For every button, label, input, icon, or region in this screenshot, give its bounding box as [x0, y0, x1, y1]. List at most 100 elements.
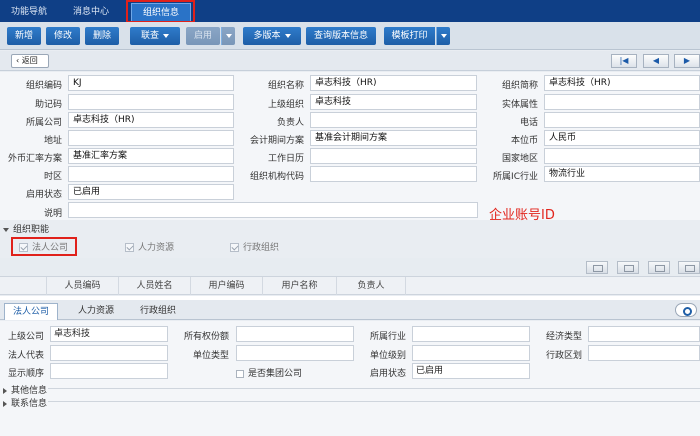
next-page-icon: ▶ [683, 56, 691, 65]
fx-field[interactable]: 基准汇率方案 [68, 148, 234, 164]
highlight-box [11, 237, 77, 256]
org-code-field[interactable]: KJ [68, 75, 234, 91]
col-user-code[interactable]: 用户编码 [190, 277, 262, 295]
print-dropdown[interactable] [436, 27, 450, 45]
org-short-label: 组织简称 [501, 81, 538, 91]
address-label: 地址 [43, 136, 62, 146]
admin-region-field[interactable] [588, 345, 700, 361]
tab-function-nav[interactable]: 功能导航 [0, 3, 58, 22]
fx-label: 外币汇率方案 [7, 154, 62, 164]
template-print-button[interactable]: 模板打印 [384, 27, 435, 45]
parent-company-field[interactable]: 卓志科技 [50, 326, 168, 342]
org-code-no-label: 组织机构代码 [249, 172, 304, 182]
industry-label: 所属行业 [370, 332, 407, 342]
status-field[interactable]: 已启用 [68, 184, 234, 200]
unit-level-field[interactable] [412, 345, 530, 361]
org-name-field[interactable]: 卓志科技（HR) [310, 75, 477, 91]
prev-page-button[interactable]: ◀ [643, 54, 669, 68]
next-page-button[interactable]: ▶ [674, 54, 700, 68]
divider [48, 401, 700, 402]
function-hr[interactable]: 人力资源 [125, 240, 174, 253]
display-order-field[interactable] [50, 363, 168, 379]
admin-region-label: 行政区划 [546, 351, 583, 361]
is-group-checkbox[interactable]: 是否集团公司 [236, 366, 302, 379]
grid-paste-row-icon[interactable] [678, 261, 700, 274]
mnemonic-field[interactable] [68, 94, 234, 110]
contact-info-label: 联系信息 [11, 399, 48, 409]
function-hr-label: 人力资源 [138, 243, 175, 253]
org-code-label: 组织编码 [25, 81, 62, 91]
other-info-section[interactable]: 其他信息 [3, 383, 47, 396]
subtab-legal-company[interactable]: 法人公司 [4, 303, 58, 320]
checkbox-checked-icon [230, 243, 239, 252]
currency-label: 本位币 [510, 136, 538, 146]
chevron-down-icon [163, 33, 169, 38]
address-field[interactable] [68, 130, 234, 146]
industry-field[interactable]: 物流行业 [544, 166, 700, 182]
econ-type-field[interactable] [588, 326, 700, 342]
org-functions-header[interactable]: 组织职能 [3, 222, 49, 235]
back-label: 返回 [21, 56, 38, 65]
multi-version-button[interactable]: 多版本 [243, 27, 301, 45]
link-query-label: 联查 [140, 31, 159, 41]
highlight-box [126, 0, 195, 23]
timezone-field[interactable] [68, 166, 234, 182]
function-admin-org[interactable]: 行政组织 [230, 240, 279, 253]
chevron-down-icon [284, 33, 291, 38]
col-owner[interactable]: 负责人 [336, 277, 406, 295]
org-code-no-field[interactable] [310, 166, 477, 182]
status-field[interactable]: 已启用 [412, 363, 530, 379]
col-user-name[interactable]: 用户名称 [262, 277, 336, 295]
enable-dropdown[interactable] [221, 27, 235, 45]
legal-rep-field[interactable] [50, 345, 168, 361]
multi-version-label: 多版本 [253, 31, 281, 41]
timezone-label: 时区 [43, 172, 62, 182]
org-short-field[interactable]: 卓志科技（HR) [544, 75, 700, 91]
contact-info-section[interactable]: 联系信息 [3, 396, 47, 409]
grid-delete-row-icon[interactable] [617, 261, 639, 274]
company-label: 所属公司 [25, 118, 62, 128]
link-query-button[interactable]: 联查 [130, 27, 180, 45]
org-functions-label: 组织职能 [13, 225, 50, 235]
edit-button[interactable]: 修改 [46, 27, 80, 45]
grid-toolbar [0, 258, 700, 276]
tab-message-center[interactable]: 消息中心 [62, 3, 120, 22]
grid-copy-row-icon[interactable] [648, 261, 670, 274]
col-person-name[interactable]: 人员姓名 [118, 277, 190, 295]
record-nav-bar: ‹ 返回 |◀ ◀ ▶ [0, 51, 700, 71]
first-page-icon: |◀ [619, 56, 629, 65]
legal-rep-label: 法人代表 [8, 351, 45, 361]
divider [48, 388, 700, 389]
region-field[interactable] [544, 148, 700, 164]
back-button[interactable]: ‹ 返回 [11, 54, 49, 68]
currency-field[interactable]: 人民币 [544, 130, 700, 146]
account-period-field[interactable]: 基准会计期间方案 [310, 130, 477, 146]
delete-button[interactable]: 删除 [85, 27, 119, 45]
subtab-admin-org[interactable]: 行政组织 [130, 303, 186, 320]
desc-field[interactable] [68, 202, 478, 218]
company-field[interactable]: 卓志科技（HR) [68, 112, 234, 128]
owner-field[interactable] [310, 112, 477, 128]
query-version-button[interactable]: 查询版本信息 [306, 27, 376, 45]
toolbar: 新增 修改 删除 联查 启用 多版本 查询版本信息 模板打印 [0, 22, 700, 50]
grid-add-row-icon[interactable] [586, 261, 608, 274]
subtab-hr[interactable]: 人力资源 [68, 303, 124, 320]
enable-button[interactable]: 启用 [186, 27, 220, 45]
mnemonic-label: 助记码 [34, 100, 62, 110]
col-person-code[interactable]: 人员编码 [46, 277, 118, 295]
industry-field[interactable] [412, 326, 530, 342]
entity-attr-field[interactable] [544, 94, 700, 110]
entity-attr-label: 实体属性 [501, 100, 538, 110]
unit-type-field[interactable] [236, 345, 354, 361]
ownership-field[interactable] [236, 326, 354, 342]
status-label: 启用状态 [370, 369, 407, 379]
is-group-label: 是否集团公司 [248, 369, 303, 379]
grid-header: 人员编码 人员姓名 用户编码 用户名称 负责人 [0, 276, 700, 295]
first-page-button[interactable]: |◀ [611, 54, 637, 68]
add-button[interactable]: 新增 [7, 27, 41, 45]
calendar-field[interactable] [310, 148, 477, 164]
phone-field[interactable] [544, 112, 700, 128]
parent-org-field[interactable]: 卓志科技 [310, 94, 477, 110]
record-toggle-icon[interactable] [675, 303, 697, 317]
owner-label: 负责人 [276, 118, 304, 128]
